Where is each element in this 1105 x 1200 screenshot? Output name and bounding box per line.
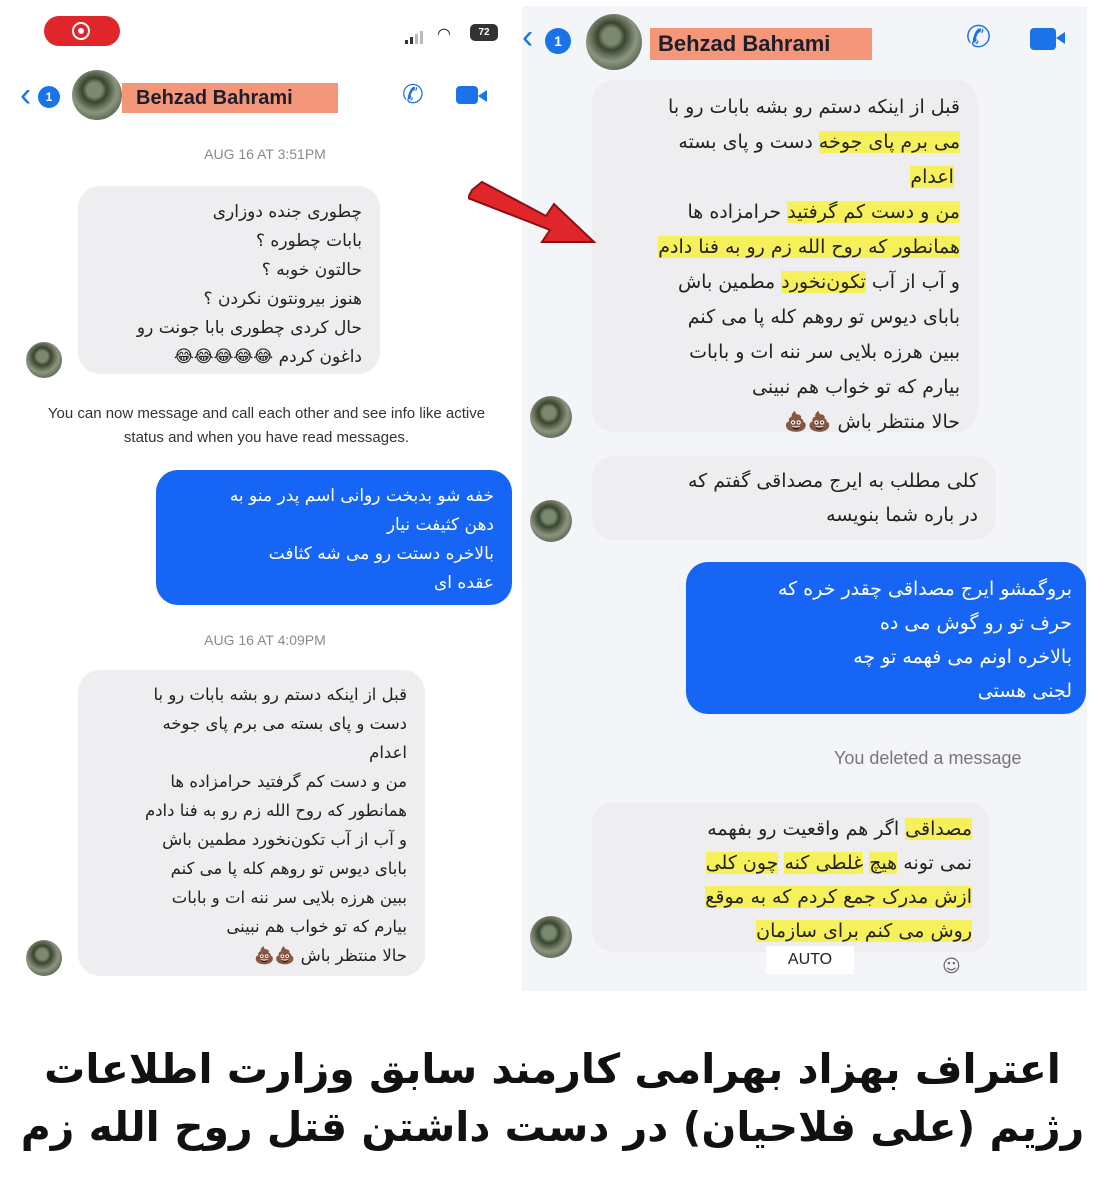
caption-text: اعتراف بهزاد بهرامی کارمند سابق وزارت اط… [20,1045,1085,1151]
message-line: قبل از اینکه دستم رو بشه بابات رو با [668,96,960,118]
video-call-icon[interactable] [456,86,487,104]
record-icon [72,22,90,40]
wifi-icon: ◠ [437,24,451,43]
timestamp: AUG 16 AT 4:09PM [204,632,326,648]
message-text: اگر هم واقعیت رو بفهمه [707,818,900,840]
message-text: و آب از آب [871,271,960,293]
highlighted-text: روش می کنم برای سازمان [756,920,972,942]
highlighted-text: مصداقی [905,818,972,840]
signal-icon [405,30,427,44]
message-line: مصداقی اگر هم واقعیت رو بفهمه [610,812,972,846]
message-line: من و دست کم گرفتید حرامزاده ها [610,195,960,230]
unread-badge: 1 [545,28,571,54]
highlighted-text: همانطور که روح الله زم رو به فنا دادم [658,236,960,258]
message-line: نمی تونه هیچ غلطی کنه چون کلی [610,846,972,880]
message-line: بیارم که تو خواب هم نبینی [752,376,960,398]
avatar[interactable] [586,14,642,70]
back-icon[interactable]: ‹ [522,18,533,57]
message-line: حالا منتظر باش 💩💩 [784,411,960,433]
message-line: ازش مدرک جمع کردم که به موقع [610,880,972,914]
phone-icon[interactable]: ✆ [402,80,424,110]
auto-caption-label[interactable]: AUTO [766,946,854,974]
message-line: اعدام [610,160,960,195]
sender-avatar [530,500,572,542]
message-bubble-incoming[interactable]: مصداقی اگر هم واقعیت رو بفهمه نمی تونه ه… [592,802,990,952]
highlighted-text: غلطی کنه [784,852,864,874]
avatar[interactable] [72,70,122,120]
add-reaction-icon[interactable]: ☺ [942,956,961,977]
highlighted-text: چون کلی [705,852,779,874]
message-line: روش می کنم برای سازمان [610,914,972,948]
highlighted-text: هیچ [869,852,898,874]
message-bubble-incoming[interactable]: قبل از اینکه دستم رو بشه بابات رو با می … [592,80,978,433]
highlighted-text: تکون‌نخورد [781,271,866,293]
message-text: حرامزاده ها [687,201,782,223]
message-line: همانطور که روح الله زم رو به فنا دادم [610,230,960,265]
red-arrow-icon [468,180,597,243]
contact-name[interactable]: Behzad Bahrami [122,83,338,113]
message-line: بابای دیوس تو روهم کله پا می کنم [687,306,960,328]
contact-name[interactable]: Behzad Bahrami [650,28,872,60]
sender-avatar [26,940,62,976]
timestamp: AUG 16 AT 3:51PM [204,146,326,162]
screen-record-indicator [44,16,120,46]
message-text: دست و پای بسته [678,131,813,153]
message-bubble-outgoing[interactable]: بروگمشو ایرج مصداقی چقدر خره که حرف تو ر… [686,562,1086,714]
message-bubble-incoming[interactable]: کلی مطلب به ایرج مصداقی گفتم که در باره … [592,456,996,540]
message-text: نمی تونه [903,852,972,874]
message-text: مطمین باش [677,271,776,293]
sender-avatar [530,916,572,958]
back-icon[interactable]: ‹ [20,76,31,115]
highlighted-text: می برم پای جوخه [818,131,960,153]
message-line: ببین هرزه بلایی سر ننه ات و بابات [689,341,960,363]
message-line: و آب از آب تکون‌نخورد مطمین باش [610,265,960,300]
battery-icon: 72 [470,24,498,41]
unread-badge: 1 [38,86,60,108]
deleted-message-note: You deleted a message [834,748,1022,768]
highlighted-text: اعدام [910,166,954,188]
system-note: You can now message and call each other … [47,405,486,446]
sender-avatar [26,342,62,378]
message-bubble-outgoing[interactable]: خفه شو بدبخت روانی اسم پدر منو به دهن کث… [156,470,512,605]
highlighted-text: من و دست کم گرفتید [787,201,960,223]
phone-icon[interactable]: ✆ [966,20,991,55]
message-bubble-incoming[interactable]: چطوری جنده دوزاری بابات چطوره ؟ حالتون خ… [78,186,380,374]
highlighted-text: ازش مدرک جمع کردم که به موقع [705,886,972,908]
sender-avatar [530,396,572,438]
message-bubble-incoming[interactable]: قبل از اینکه دستم رو بشه بابات رو با دست… [78,670,425,976]
message-line: می برم پای جوخه دست و پای بسته [610,125,960,160]
video-call-icon[interactable] [1030,28,1065,50]
